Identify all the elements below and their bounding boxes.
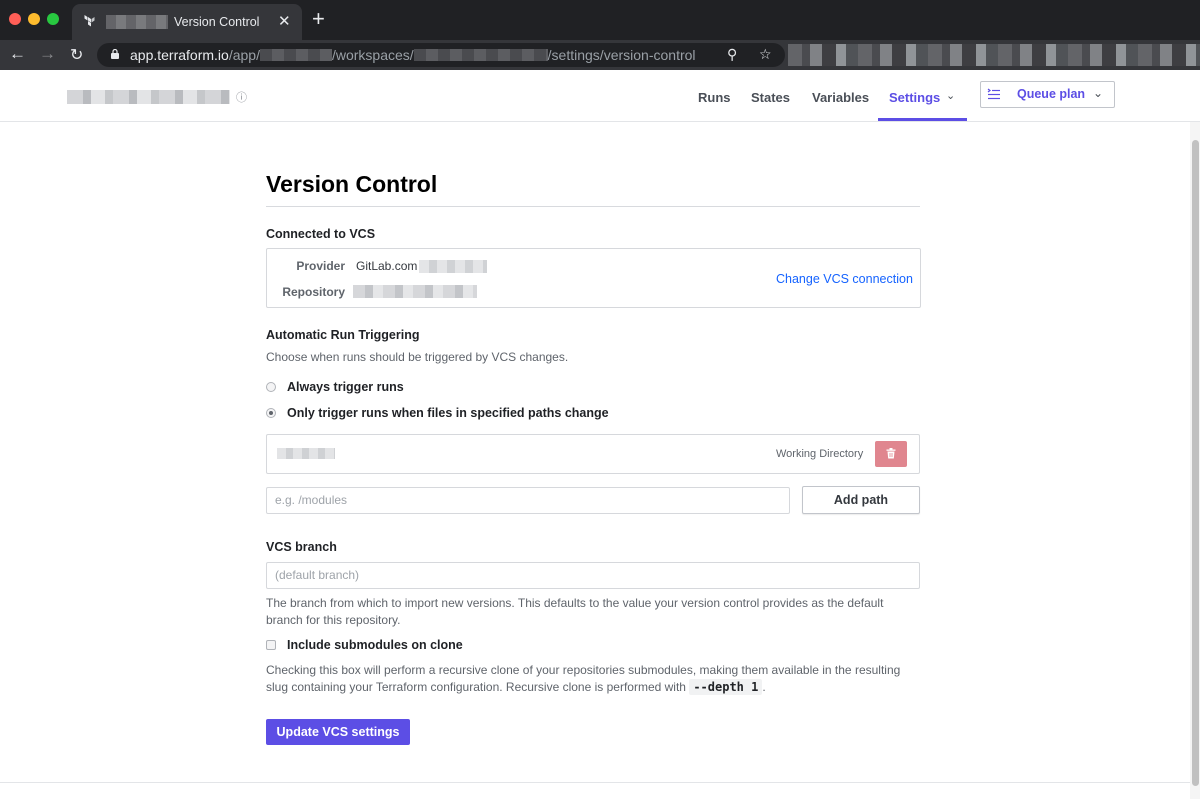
scrollbar-thumb[interactable] [1192,140,1199,786]
page-title: Version Control [266,171,438,197]
close-window-button[interactable] [9,13,21,25]
forward-arrow-icon[interactable]: → [39,44,56,64]
lock-icon [111,49,119,59]
redacted-org-id [259,49,332,61]
address-bar[interactable]: app.terraform.io/app//workspaces//settin… [97,43,785,67]
vcs-connection-panel: Provider GitLab.com Repository Change VC… [266,248,921,308]
nav-settings[interactable]: Settings [889,90,940,105]
redacted-path [277,448,335,459]
include-submodules-label[interactable]: Include submodules on clone [287,638,463,652]
queue-plan-button[interactable]: Queue plan ⌄ [980,81,1115,108]
url-text: app.terraform.io/app//workspaces//settin… [130,47,696,63]
redacted-workspace-name [67,90,230,104]
browser-toolbar: ← → ↻ app.terraform.io/app//workspaces//… [0,40,1200,70]
minimize-window-button[interactable] [28,13,40,25]
always-trigger-radio[interactable] [266,382,276,392]
maximize-window-button[interactable] [47,13,59,25]
nav-variables[interactable]: Variables [812,90,869,105]
redacted-repository-name [353,285,477,298]
trigger-path-row: Working Directory [266,434,920,474]
run-triggering-help: Choose when runs should be triggered by … [266,350,569,364]
new-tab-button[interactable]: + [312,6,325,32]
tab-title: Version Control [174,15,260,29]
repository-label: Repository [282,285,345,299]
redacted-org-name [106,15,168,29]
always-trigger-label[interactable]: Always trigger runs [287,380,404,394]
browser-tab-active[interactable]: Version Control ✕ [72,4,302,40]
close-tab-icon[interactable]: ✕ [278,12,291,30]
active-nav-indicator [878,118,967,121]
redacted-workspace-id [413,49,548,61]
reload-icon[interactable]: ↻ [70,45,83,65]
submodules-help-1: Checking this box will perform a recursi… [266,663,901,677]
chevron-down-icon[interactable]: ⌄ [946,89,955,102]
info-icon[interactable]: ⓘ [236,89,247,105]
nav-states[interactable]: States [751,90,790,105]
trash-icon [886,448,896,459]
paths-trigger-label[interactable]: Only trigger runs when files in specifie… [287,406,609,420]
bookmark-star-icon[interactable]: ☆ [759,46,772,63]
browser-tab-bar: Version Control ✕ + [0,0,1200,40]
working-directory-tag: Working Directory [776,448,864,460]
vcs-branch-input[interactable]: (default branch) [266,562,920,589]
chevron-down-icon[interactable]: ⌄ [1093,86,1103,100]
delete-path-button[interactable] [875,441,907,467]
footer-divider [0,782,1190,783]
queue-plan-label: Queue plan [1017,87,1086,101]
paths-trigger-radio[interactable] [266,408,276,418]
back-arrow-icon[interactable]: ← [9,44,26,64]
extension-icons-redacted[interactable] [788,44,1200,66]
run-triggering-heading: Automatic Run Triggering [266,328,420,342]
terraform-logo-icon [84,15,95,27]
queue-list-icon [987,88,1000,100]
vcs-branch-help-2: branch for this repository. [266,613,401,627]
workspace-header: ⓘ Runs States Variables Settings ⌄ Queue… [0,70,1200,122]
connected-vcs-heading: Connected to VCS [266,227,376,241]
page-scrollbar[interactable] [1190,122,1200,799]
vcs-branch-heading: VCS branch [266,540,337,554]
provider-label: Provider [296,259,345,273]
title-divider [266,206,920,207]
redacted-provider-detail [419,260,487,273]
change-vcs-connection-link[interactable]: Change VCS connection [776,272,913,286]
update-vcs-settings-button[interactable]: Update VCS settings [266,719,410,745]
submodules-help-2: slug containing your Terraform configura… [266,679,766,695]
nav-runs[interactable]: Runs [698,90,731,105]
depth-code: --depth 1 [689,679,763,695]
zoom-icon[interactable]: ⚲ [727,46,737,63]
include-submodules-checkbox[interactable] [266,640,276,650]
trigger-path-input[interactable]: e.g. /modules [266,487,790,514]
add-path-button[interactable]: Add path [802,486,920,514]
provider-value: GitLab.com [356,259,418,273]
vcs-branch-help-1: The branch from which to import new vers… [266,596,884,610]
